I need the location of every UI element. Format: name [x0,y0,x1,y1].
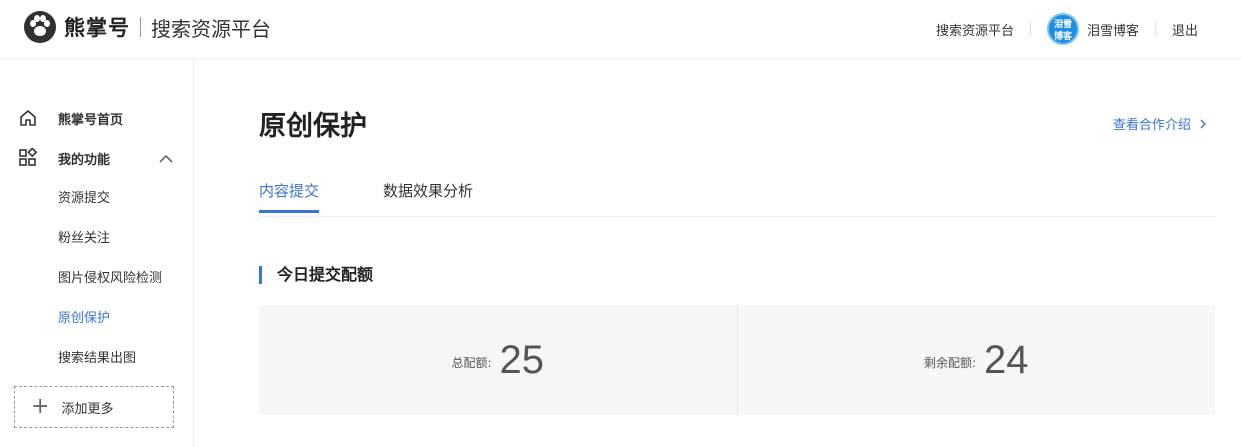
sidebar-item-my-features[interactable]: 我的功能 [18,148,110,168]
quota-total-label: 总配额: [451,355,492,370]
add-more-label: 添加更多 [61,401,114,417]
platform-link[interactable]: 搜索资源平台 [936,20,1014,39]
chevron-up-icon[interactable] [158,154,174,164]
sidebar-item-label: 熊掌号首页 [58,112,124,128]
logout-link[interactable]: 退出 [1172,20,1198,39]
section-title: 今日提交配额 [259,266,373,284]
sidebar: 熊掌号首页 我的功能 资源提交 粉丝关注 图片侵权风险检测 原创保护 搜索结果出… [0,58,194,447]
quota-total-value: 25 [499,337,545,382]
grid-icon [19,148,38,166]
header-divider [1029,22,1031,36]
avatar[interactable]: 泪雪博客 [1046,13,1079,45]
sidebar-subitem[interactable]: 图片侵权风险检测 [58,267,162,286]
avatar-text: 泪雪博客 [1053,20,1072,42]
page-title: 原创保护 [259,111,367,142]
sidebar-item-label: 我的功能 [58,152,111,168]
home-icon [20,110,36,126]
brand-name: 熊掌号 [64,16,130,40]
plus-icon: + [31,394,50,419]
header-divider [1154,22,1156,36]
chevron-right-icon [1200,119,1206,129]
tab-bar: 内容提交 数据效果分析 [259,180,1215,217]
sidebar-subitem[interactable]: 粉丝关注 [58,227,110,246]
quota-remaining-value: 24 [984,337,1029,382]
quota-total: 总配额: 25 [259,305,737,415]
logo[interactable]: 熊掌号 搜索资源平台 [24,11,271,43]
quota-panel: 总配额: 25 剩余配额: 24 [259,305,1215,415]
sidebar-item-home[interactable]: 熊掌号首页 [18,108,123,128]
platform-name: 搜索资源平台 [151,16,271,41]
tab-content-submit[interactable]: 内容提交 [259,180,320,213]
paw-icon [24,11,56,43]
sidebar-subitem[interactable]: 资源提交 [58,187,110,206]
sidebar-subitem-active[interactable]: 原创保护 [58,307,110,326]
header-actions: 搜索资源平台 泪雪博客 泪雪博客 退出 [936,0,1198,58]
logo-divider [140,17,141,37]
quota-remaining-label: 剩余配额: [923,355,977,370]
top-header: 熊掌号 搜索资源平台 搜索资源平台 泪雪博客 泪雪博客 退出 [0,0,1242,58]
add-more-button[interactable]: + 添加更多 [14,386,174,428]
sidebar-subitem[interactable]: 搜索结果出图 [58,347,136,366]
cooperation-link-label: 查看合作介绍 [1112,118,1191,133]
cooperation-link[interactable]: 查看合作介绍 [1113,114,1207,133]
quota-remaining: 剩余配额: 24 [736,305,1216,415]
tab-data-analysis[interactable]: 数据效果分析 [383,180,473,212]
user-name[interactable]: 泪雪博客 [1087,20,1139,39]
